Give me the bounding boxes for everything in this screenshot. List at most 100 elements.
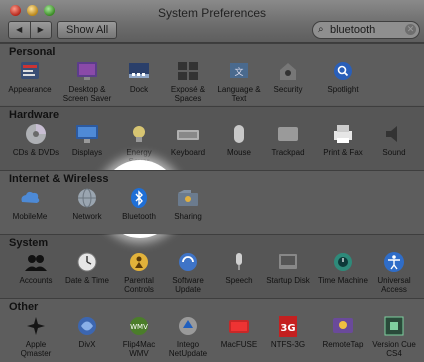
keyboard-icon — [175, 122, 201, 146]
pref-pane-label: Startup Disk — [266, 276, 310, 285]
pref-pane-expose[interactable]: Exposé & Spaces — [159, 59, 217, 103]
intego-icon — [175, 314, 201, 338]
pref-pane-label: Network — [72, 212, 102, 221]
pref-pane-label: Trackpad — [271, 148, 305, 157]
pref-pane-ntfs[interactable]: 3G NTFS-3G — [259, 314, 317, 349]
pref-pane-versioncue[interactable]: Version Cue CS4 — [365, 314, 423, 358]
sound-icon — [381, 122, 407, 146]
pref-pane-label: Spotlight — [327, 85, 359, 94]
pref-pane-spotlight[interactable]: Spotlight — [314, 59, 372, 94]
expose-icon — [175, 59, 201, 83]
bluetooth-icon — [126, 186, 152, 210]
wmv-icon: WMV — [126, 314, 152, 338]
divx-icon — [74, 314, 100, 338]
accessibility-icon — [381, 250, 407, 274]
ntfs-icon: 3G — [275, 314, 301, 338]
mouse-icon — [226, 122, 252, 146]
pref-pane-security[interactable]: Security — [259, 59, 317, 94]
forward-button[interactable]: ▶ — [29, 22, 52, 38]
pref-pane-label: Exposé & Spaces — [170, 85, 206, 103]
svg-text:文: 文 — [234, 66, 243, 78]
pref-pane-label: MobileMe — [12, 212, 48, 221]
svg-text:WMV: WMV — [130, 323, 148, 331]
pref-pane-label: Version Cue CS4 — [372, 340, 416, 358]
section-other: Other Apple Qmaster DivX WMV Flip4Mac WMV Int… — [0, 298, 424, 362]
pref-pane-remotetap[interactable]: RemoteTap — [314, 314, 372, 349]
pref-pane-trackpad[interactable]: Trackpad — [259, 122, 317, 157]
pref-pane-display[interactable]: Displays — [58, 122, 116, 157]
pref-pane-appearance[interactable]: Appearance — [1, 59, 59, 94]
pref-pane-label: Appearance — [8, 85, 52, 94]
pref-pane-sound[interactable]: Sound — [365, 122, 423, 157]
section-personal: Personal Appearance Desktop & Screen Saver… — [0, 43, 424, 105]
clock-icon — [74, 250, 100, 274]
section-title: Internet & Wireless — [9, 173, 109, 185]
system-preferences-window: System Preferences ◀ ▶ Show All ⌕ blueto… — [0, 0, 424, 362]
pref-pane-bluetooth[interactable]: Bluetooth — [110, 186, 168, 221]
search-input[interactable]: bluetooth — [330, 22, 375, 38]
nav-buttons: ◀ ▶ — [8, 21, 52, 39]
pref-pane-label: Apple Qmaster — [20, 340, 52, 358]
pref-pane-divx[interactable]: DivX — [58, 314, 116, 349]
timemachine-icon — [330, 250, 356, 274]
pref-pane-printer[interactable]: Print & Fax — [314, 122, 372, 157]
appearance-icon — [17, 59, 43, 83]
remotetap-icon — [330, 314, 356, 338]
printer-icon — [330, 122, 356, 146]
section-title: Hardware — [9, 109, 60, 121]
section-title: System — [9, 237, 49, 249]
pref-pane-accessibility[interactable]: Universal Access — [365, 250, 423, 294]
pref-pane-qmaster[interactable]: Apple Qmaster — [7, 314, 65, 358]
pref-pane-timemachine[interactable]: Time Machine — [314, 250, 372, 285]
cd-icon — [23, 122, 49, 146]
pref-pane-intego[interactable]: Intego NetUpdate — [159, 314, 217, 358]
show-all-button[interactable]: Show All — [57, 21, 118, 39]
pref-pane-label: RemoteTap — [322, 340, 364, 349]
macfuse-icon — [226, 314, 252, 338]
title-bar: System Preferences ◀ ▶ Show All ⌕ blueto… — [0, 0, 424, 43]
svg-text:3G: 3G — [280, 323, 295, 334]
pref-pane-label: Intego NetUpdate — [168, 340, 208, 358]
energy-icon — [126, 122, 152, 146]
pref-pane-label: Date & Time — [64, 276, 109, 285]
pref-pane-label: Displays — [71, 148, 103, 157]
window-title: System Preferences — [157, 6, 267, 20]
pref-pane-label: Security — [273, 85, 303, 94]
trackpad-icon — [275, 122, 301, 146]
pref-pane-keyboard[interactable]: Keyboard — [159, 122, 217, 157]
pref-pane-update[interactable]: Software Update — [159, 250, 217, 294]
section-divider — [0, 298, 424, 299]
language-icon: 文 — [226, 59, 252, 83]
pref-pane-label: Software Update — [172, 276, 204, 294]
pref-pane-label: Sound — [382, 148, 406, 157]
pref-pane-network[interactable]: Network — [58, 186, 116, 221]
pref-pane-accounts[interactable]: Accounts — [7, 250, 65, 285]
spotlight-icon — [330, 59, 356, 83]
pref-pane-disk[interactable]: Startup Disk — [259, 250, 317, 285]
pref-pane-desktop[interactable]: Desktop & Screen Saver — [58, 59, 116, 103]
pref-pane-mobileme[interactable]: MobileMe — [1, 186, 59, 221]
pref-pane-cd[interactable]: CDs & DVDs — [7, 122, 65, 157]
mobileme-icon — [17, 186, 43, 210]
back-button[interactable]: ◀ — [9, 22, 30, 38]
microphone-icon — [226, 250, 252, 274]
search-field[interactable]: ⌕ bluetooth ✕ — [312, 21, 420, 39]
pref-pane-clock[interactable]: Date & Time — [58, 250, 116, 285]
qmaster-icon — [23, 314, 49, 338]
pref-pane-label: Time Machine — [318, 276, 368, 285]
disk-icon — [275, 250, 301, 274]
accounts-icon — [23, 250, 49, 274]
desktop-icon — [74, 59, 100, 83]
section-title: Personal — [9, 46, 56, 58]
section-system: System Accounts Date & Time Parental Contro… — [0, 234, 424, 298]
pref-pane-label: Bluetooth — [122, 212, 156, 221]
pref-pane-label: CDs & DVDs — [12, 148, 60, 157]
section-divider — [0, 170, 424, 171]
clear-search-icon[interactable]: ✕ — [405, 24, 416, 35]
pref-pane-label: NTFS-3G — [270, 340, 306, 349]
pref-pane-label: Print & Fax — [323, 148, 363, 157]
section-hardware: HardwareCDs & DVDsDisplaysEnergy SaverKe… — [0, 106, 424, 170]
network-icon — [74, 186, 100, 210]
section-internet-wireless: Internet & Wireless MobileMe Network Blueto… — [0, 170, 424, 234]
update-icon — [175, 250, 201, 274]
